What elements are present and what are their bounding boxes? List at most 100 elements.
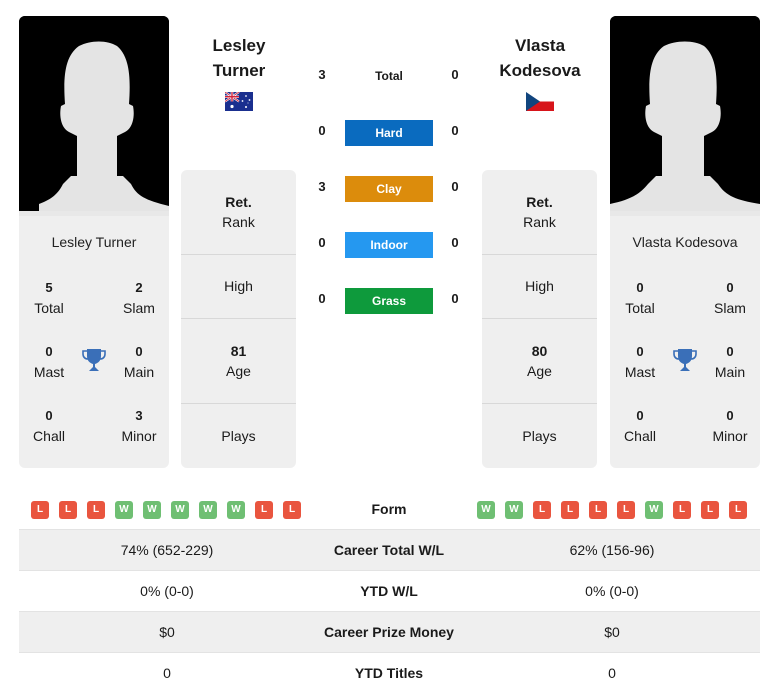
player-name[interactable]: Lesley Turner: [19, 234, 169, 250]
titles-slam-label: Slam: [123, 300, 155, 316]
titles-mast-value: 0: [45, 344, 53, 359]
player-info-left: Ret. Rank High 81 Age Plays: [181, 170, 296, 468]
surface-hard-badge[interactable]: Hard: [345, 120, 433, 146]
high-row: High: [181, 276, 296, 296]
form-loss-badge[interactable]: L: [31, 501, 49, 519]
titles-slam-value: 0: [726, 280, 734, 295]
h2h-hard-right: 0: [451, 123, 459, 138]
age-row: 81 Age: [181, 341, 296, 381]
stat-row-ytd-wl: 0% (0-0) YTD W/L 0% (0-0): [19, 571, 760, 612]
trophy-icon: [673, 349, 697, 371]
divider: [181, 403, 296, 404]
titles-chall-label: Chall: [33, 428, 65, 444]
rank-row: Ret. Rank: [482, 192, 597, 232]
form-loss-badge[interactable]: L: [255, 501, 273, 519]
form-win-badge[interactable]: W: [505, 501, 523, 519]
form-win-badge[interactable]: W: [115, 501, 133, 519]
age-row: 80 Age: [482, 341, 597, 381]
form-loss-badge[interactable]: L: [59, 501, 77, 519]
form-loss-badge[interactable]: L: [283, 501, 301, 519]
titles-total: 0 Total: [610, 278, 670, 318]
h2h-hard-left: 0: [318, 123, 326, 138]
divider: [482, 318, 597, 319]
divider: [482, 254, 597, 255]
first-name: Lesley: [212, 36, 266, 55]
form-loss-badge[interactable]: L: [533, 501, 551, 519]
form-loss-badge[interactable]: L: [561, 501, 579, 519]
titles-chall-label: Chall: [624, 428, 656, 444]
form-win-badge[interactable]: W: [227, 501, 245, 519]
stat-left-value: 0% (0-0): [140, 583, 194, 599]
surface-clay-badge[interactable]: Clay: [345, 176, 433, 202]
titles-mast-label: Mast: [624, 364, 656, 380]
titles-main-value: 0: [726, 344, 734, 359]
titles-minor: 3 Minor: [109, 406, 169, 446]
player-name-heading-left[interactable]: Lesley Turner: [179, 33, 299, 83]
titles-main-label: Main: [123, 364, 155, 380]
titles-chall: 0 Chall: [610, 406, 670, 446]
age-label: Age: [226, 363, 251, 379]
form-loss-badge[interactable]: L: [617, 501, 635, 519]
form-row: LLLWWWWWLL Form WWLLLLWLLL: [19, 490, 760, 530]
h2h-total-left: 3: [318, 67, 326, 82]
titles-total-label: Total: [34, 300, 64, 316]
surface-grass-badge[interactable]: Grass: [345, 288, 433, 314]
avatar-silhouette-icon: [19, 16, 169, 216]
stat-left-value: 74% (652-229): [120, 542, 214, 558]
divider: [482, 403, 597, 404]
stat-label: Career Prize Money: [324, 624, 454, 640]
titles-slam: 2 Slam: [109, 278, 169, 318]
plays-row: Plays: [181, 426, 296, 446]
titles-minor-value: 0: [726, 408, 734, 423]
stat-label: YTD Titles: [354, 665, 424, 681]
plays-label: Plays: [522, 428, 557, 444]
titles-minor: 0 Minor: [700, 406, 760, 446]
last-name: Kodesova: [499, 61, 581, 80]
titles-main-value: 0: [135, 344, 143, 359]
player-photo-right: [610, 16, 760, 216]
form-win-badge[interactable]: W: [143, 501, 161, 519]
titles-mast-label: Mast: [33, 364, 65, 380]
titles-total: 5 Total: [19, 278, 79, 318]
form-win-badge[interactable]: W: [645, 501, 663, 519]
stat-left-value: $0: [159, 624, 175, 640]
form-win-badge[interactable]: W: [171, 501, 189, 519]
plays-row: Plays: [482, 426, 597, 446]
rank-row: Ret. Rank: [181, 192, 296, 232]
stat-row-ytd-titles: 0 YTD Titles 0: [19, 653, 760, 694]
stat-right-value: 0% (0-0): [585, 583, 639, 599]
form-loss-badge[interactable]: L: [673, 501, 691, 519]
form-loss-badge[interactable]: L: [729, 501, 747, 519]
form-win-badge[interactable]: W: [199, 501, 217, 519]
titles-total-value: 5: [45, 280, 53, 295]
stat-label: Career Total W/L: [333, 542, 445, 558]
titles-mast-value: 0: [636, 344, 644, 359]
titles-total-label: Total: [625, 300, 655, 316]
age-label: Age: [527, 363, 552, 379]
form-loss-badge[interactable]: L: [87, 501, 105, 519]
form-loss-badge[interactable]: L: [701, 501, 719, 519]
form-win-badge[interactable]: W: [477, 501, 495, 519]
player-name-heading-right[interactable]: Vlasta Kodesova: [480, 33, 600, 83]
divider: [181, 254, 296, 255]
stat-right-value: 0: [608, 665, 616, 681]
h2h-indoor-left: 0: [318, 235, 326, 250]
high-label: High: [525, 278, 554, 294]
australia-flag-icon: [225, 92, 253, 111]
player-name[interactable]: Vlasta Kodesova: [610, 234, 760, 250]
titles-chall: 0 Chall: [19, 406, 79, 446]
h2h-clay-right: 0: [451, 179, 459, 194]
titles-slam-value: 2: [135, 280, 143, 295]
stat-right-value: $0: [604, 624, 620, 640]
titles-minor-label: Minor: [121, 428, 157, 444]
h2h-clay-left: 3: [318, 179, 326, 194]
surface-indoor-badge[interactable]: Indoor: [345, 232, 433, 258]
high-row: High: [482, 276, 597, 296]
player-card-left: Lesley Turner 5 Total 2 Slam 0 Mast 0 Main 0…: [19, 216, 169, 468]
stat-row-career-prize-money: $0 Career Prize Money $0: [19, 612, 760, 653]
h2h-grass-right: 0: [451, 291, 459, 306]
titles-minor-label: Minor: [712, 428, 748, 444]
titles-chall-value: 0: [45, 408, 53, 423]
age-value: 80: [531, 343, 548, 359]
form-loss-badge[interactable]: L: [589, 501, 607, 519]
